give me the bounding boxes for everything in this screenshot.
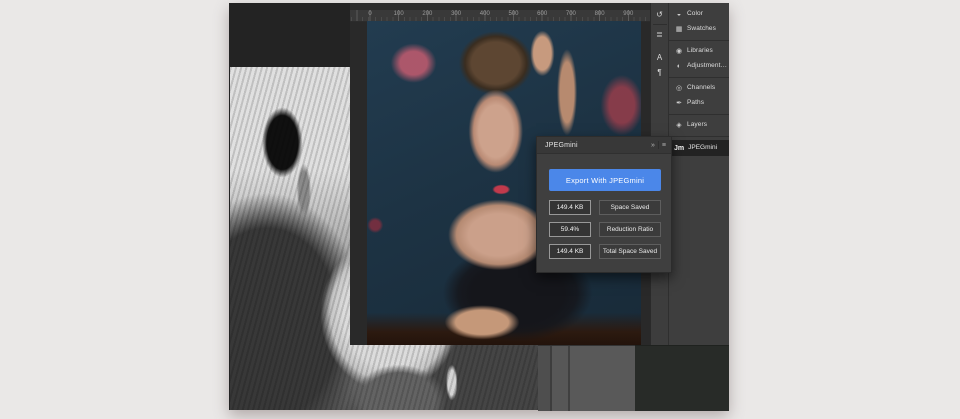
app-background-block: [538, 345, 635, 411]
ruler-mark: 0: [368, 11, 372, 17]
dark-background-block: [635, 345, 729, 411]
paths-icon: ✒: [676, 100, 682, 107]
paragraph-icon[interactable]: ¶: [651, 65, 668, 80]
stat-row-space-saved: 149.4 KB Space Saved: [549, 200, 661, 215]
panel-item-paths[interactable]: ✒ Paths: [669, 96, 729, 111]
panel-label: Swatches: [687, 25, 716, 33]
stat-value: 59.4%: [549, 222, 591, 237]
panel-dock: ◒ Color ▦ Swatches ◉ Libraries ◐ Adjustm…: [668, 3, 729, 345]
divider: [669, 40, 729, 41]
adjustments-icon: ◐: [676, 63, 682, 70]
color-icon: ◒: [676, 11, 682, 18]
panel-label: Channels: [687, 84, 716, 92]
page: 0 100 200 300 400 500 600 700 800 900 ↺ …: [0, 0, 960, 419]
stat-value: 149.4 KB: [549, 244, 591, 259]
stat-label: Space Saved: [599, 200, 661, 215]
jpegmini-logo-icon: Jm: [674, 144, 685, 152]
stat-label: Reduction Ratio: [599, 222, 661, 237]
channels-icon: ◎: [675, 85, 683, 92]
export-with-jpegmini-button[interactable]: Export With JPEGmini: [549, 169, 661, 191]
jpegmini-panel-header: JPEGmini » ≡: [537, 137, 671, 154]
panel-label: Color: [687, 10, 704, 18]
panel-label: Paths: [687, 99, 705, 107]
panel-label: Libraries: [687, 47, 713, 55]
panel-item-adjustments[interactable]: ◐ Adjustment…: [669, 59, 729, 74]
divider: [657, 141, 659, 149]
panel-item-libraries[interactable]: ◉ Libraries: [669, 44, 729, 59]
history-icon[interactable]: ↺: [651, 7, 668, 22]
ruler-mark: 200: [422, 11, 433, 17]
panel-label: Adjustment…: [687, 62, 728, 70]
panel-label: Layers: [687, 121, 708, 129]
panel-item-swatches[interactable]: ▦ Swatches: [669, 22, 729, 37]
panel-item-layers[interactable]: ◈ Layers: [669, 118, 729, 133]
panel-item-color[interactable]: ◒ Color: [669, 7, 729, 22]
stat-row-reduction-ratio: 59.4% Reduction Ratio: [549, 222, 661, 237]
swatches-icon: ▦: [675, 26, 683, 33]
ruler-mark: 500: [508, 11, 519, 17]
libraries-icon: ◉: [675, 48, 683, 55]
collapse-panel-icon[interactable]: »: [651, 142, 655, 149]
stat-value: 149.4 KB: [549, 200, 591, 215]
jpegmini-panel-tab[interactable]: JPEGmini: [537, 142, 586, 149]
panel-menu-icon[interactable]: ≡: [662, 142, 666, 149]
brush-settings-icon[interactable]: ≣: [651, 27, 668, 42]
divider: [652, 24, 667, 25]
window-chrome: [350, 3, 650, 10]
ruler-mark: 300: [451, 11, 462, 17]
ruler-mark: 600: [537, 11, 548, 17]
ruler-mark: 400: [479, 11, 490, 17]
ruler-mark: 900: [623, 11, 634, 17]
jpegmini-panel: JPEGmini » ≡ Export With JPEGmini 149.4 …: [536, 136, 672, 273]
panel-item-jpegmini[interactable]: Jm JPEGmini: [669, 140, 729, 156]
divider: [669, 77, 729, 78]
stat-label: Total Space Saved: [599, 244, 661, 259]
stat-row-total-space-saved: 149.4 KB Total Space Saved: [549, 244, 661, 259]
ruler-mark: 800: [594, 11, 605, 17]
character-icon[interactable]: A: [651, 50, 668, 65]
panel-label: JPEGmini: [688, 143, 718, 151]
panel-item-channels[interactable]: ◎ Channels: [669, 81, 729, 96]
ruler-mark: 100: [393, 11, 404, 17]
divider: [669, 136, 729, 137]
divider: [669, 114, 729, 115]
layers-icon: ◈: [676, 122, 682, 129]
ruler-mark: 700: [565, 11, 576, 17]
